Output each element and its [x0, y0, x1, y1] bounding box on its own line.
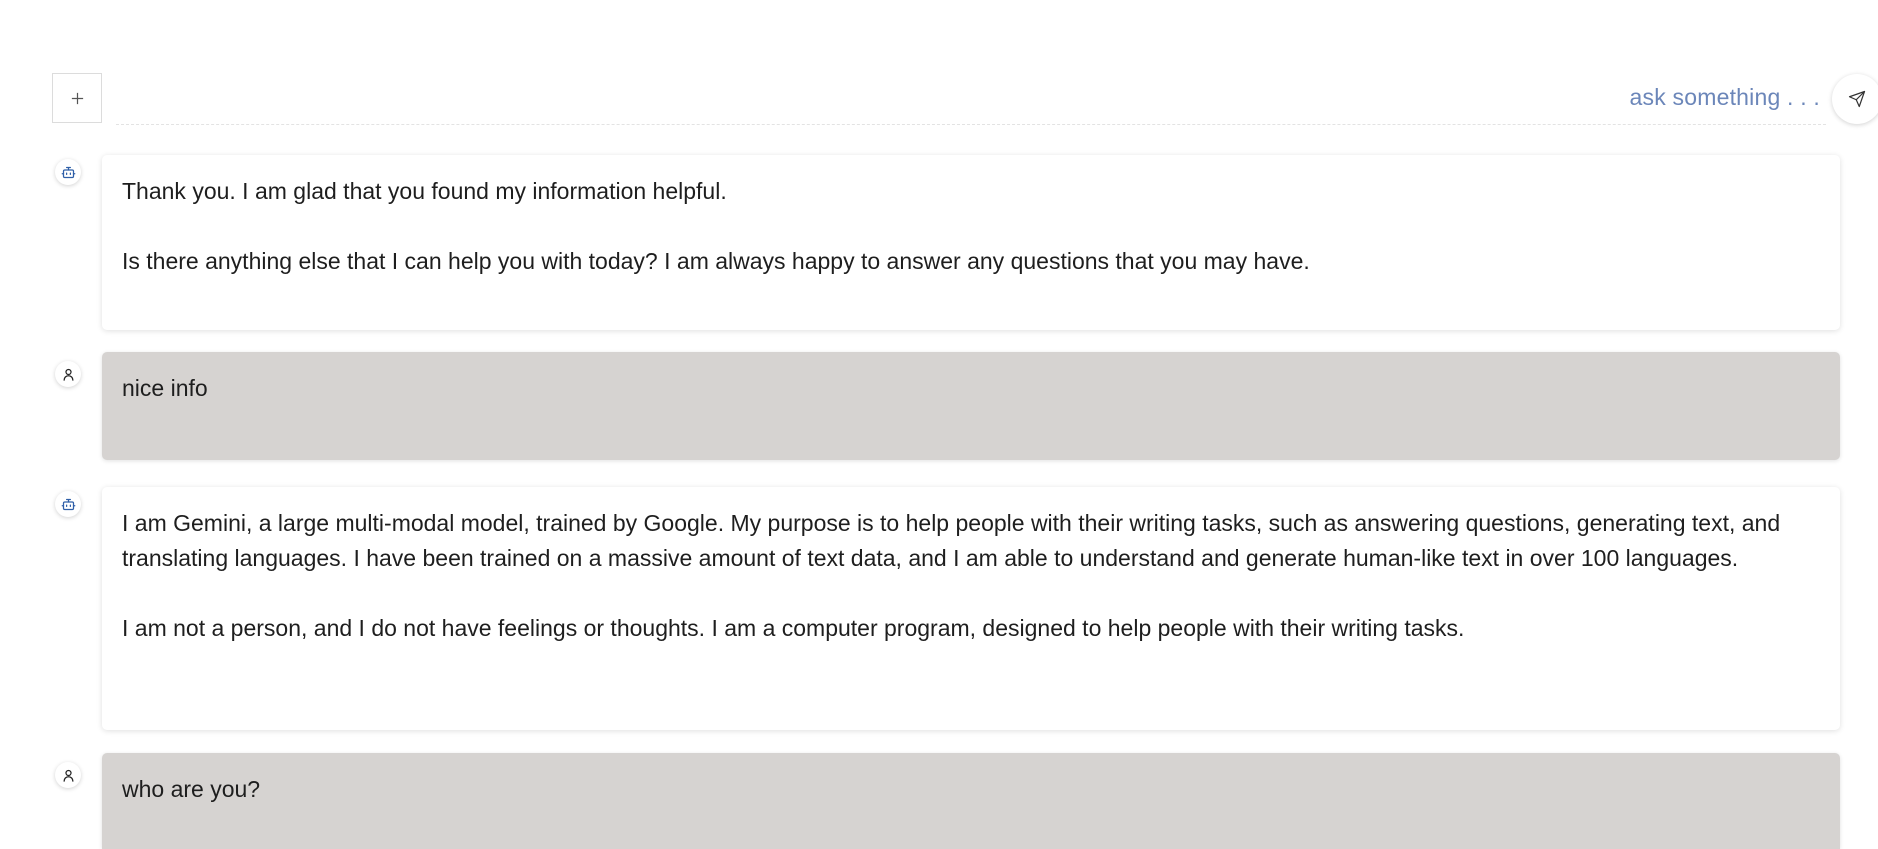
user-icon — [63, 368, 73, 381]
message-text: I am not a person, and I do not have fee… — [122, 615, 1465, 641]
message-text: Thank you. I am glad that you found my i… — [122, 178, 727, 204]
attach-button[interactable] — [52, 73, 102, 123]
message-text: I am Gemini, a large multi-modal model, … — [122, 510, 1781, 571]
bot-icon — [61, 166, 75, 178]
bot-icon — [61, 498, 75, 510]
plus-icon — [71, 92, 83, 104]
send-button[interactable] — [1832, 74, 1878, 124]
user-avatar — [55, 762, 81, 788]
message-bubble-bot: I am Gemini, a large multi-modal model, … — [102, 487, 1840, 730]
ask-input[interactable] — [116, 73, 1826, 125]
composer — [52, 73, 1878, 127]
send-icon — [1848, 90, 1866, 108]
user-avatar — [55, 361, 81, 387]
message-bubble-user: who are you? — [102, 753, 1840, 849]
bot-avatar — [55, 159, 81, 185]
chat-app: Thank you. I am glad that you found my i… — [0, 0, 1878, 849]
user-icon — [63, 769, 73, 782]
message-text: Is there anything else that I can help y… — [122, 248, 1310, 274]
message-text: who are you? — [122, 776, 261, 802]
message-bubble-user: nice info — [102, 352, 1840, 460]
message-bubble-bot: Thank you. I am glad that you found my i… — [102, 155, 1840, 330]
bot-avatar — [55, 491, 81, 517]
message-text: nice info — [122, 375, 208, 401]
